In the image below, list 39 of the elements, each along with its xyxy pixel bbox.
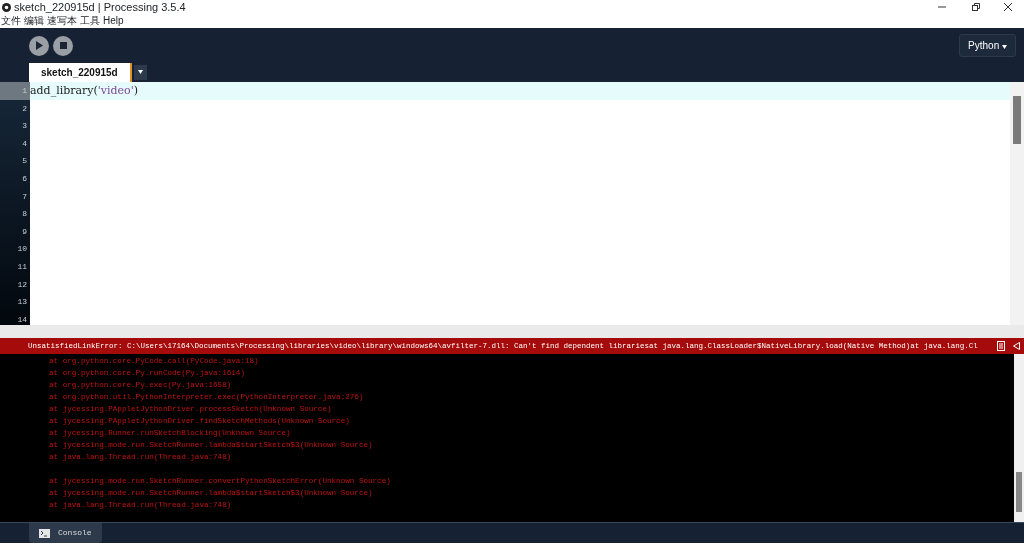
- line-number: 7: [21, 190, 28, 203]
- line-number: 13: [16, 296, 28, 309]
- caret-icon: [137, 70, 143, 75]
- stop-button[interactable]: [53, 35, 73, 56]
- play-icon: [35, 41, 43, 50]
- menu-item[interactable]: 工具: [80, 14, 100, 28]
- menu-item[interactable]: 速写本: [47, 14, 77, 28]
- line-number: 9: [21, 225, 28, 238]
- scrollbar[interactable]: [1014, 354, 1024, 522]
- menu-item[interactable]: Help: [103, 14, 124, 28]
- app-logo-icon: [2, 2, 11, 12]
- menu-item[interactable]: 编辑: [24, 14, 44, 28]
- line-number: 5: [21, 155, 28, 168]
- tab-menu-button[interactable]: [133, 65, 147, 80]
- window-title: sketch_220915d | Processing 3.5.4: [14, 0, 186, 14]
- line-number: 11: [16, 260, 28, 273]
- run-button[interactable]: [29, 35, 49, 56]
- restore-icon[interactable]: [972, 3, 980, 11]
- collapse-icon[interactable]: [1013, 342, 1020, 350]
- scrollbar[interactable]: [1010, 82, 1024, 325]
- minimize-icon[interactable]: [938, 3, 946, 11]
- line-number: 2: [21, 102, 28, 115]
- line-number: 12: [16, 278, 28, 291]
- sketch-tab[interactable]: sketch_220915d: [29, 63, 132, 82]
- caret-icon: [1002, 45, 1007, 50]
- line-number: 1: [0, 82, 30, 100]
- menu-item[interactable]: 文件: [1, 14, 21, 28]
- line-number: 8: [21, 208, 28, 221]
- copy-icon[interactable]: [997, 341, 1005, 351]
- line-number: 3: [21, 120, 28, 133]
- stop-icon: [59, 42, 67, 49]
- terminal-icon: [39, 528, 50, 538]
- line-number: 10: [16, 243, 28, 256]
- line-number: 6: [21, 172, 28, 185]
- console-tab[interactable]: Console: [29, 523, 102, 543]
- line-number: 14: [16, 313, 28, 326]
- close-icon[interactable]: [1004, 3, 1012, 11]
- mode-dropdown[interactable]: Python: [959, 34, 1016, 57]
- line-number: 4: [21, 137, 28, 150]
